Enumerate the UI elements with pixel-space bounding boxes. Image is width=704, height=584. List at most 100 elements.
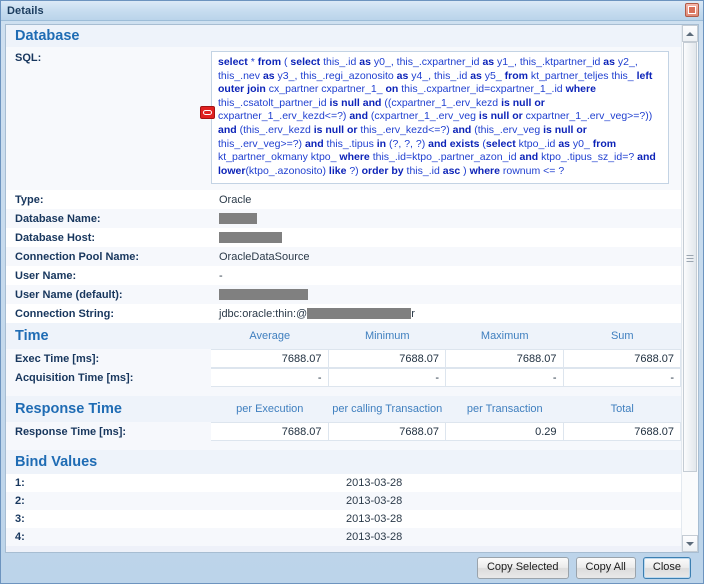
database-properties-list: Type: Oracle Database Name: Database Host: C…: [6, 190, 681, 324]
property-label: User Name (default):: [15, 288, 123, 301]
time-spacer: [6, 387, 681, 397]
property-value: Oracle: [211, 190, 681, 209]
column-header: per calling Transaction: [332, 403, 443, 416]
scrollbar-grip-icon: [686, 255, 694, 262]
time-section: Time Average Minimum Maximum Sum Exec Time [m…: [6, 323, 681, 397]
bind-value-row: 3: 2013-03-28: [6, 510, 681, 529]
column-header: per Transaction: [466, 403, 543, 416]
table-cell: -: [211, 368, 329, 388]
bind-value-row: 4: 2013-03-28: [6, 528, 681, 547]
bind-value-text: 2013-03-28: [346, 495, 403, 508]
window-titlebar: Details: [1, 1, 703, 21]
bind-value-row: 2: 2013-03-28: [6, 492, 681, 511]
scroll-up-arrow-icon: [686, 31, 694, 36]
section-heading-bind-values: Bind Values: [6, 450, 681, 475]
bind-index-label: 4:: [15, 531, 25, 544]
database-property-row: Database Host:: [6, 228, 681, 248]
close-button[interactable]: Close: [642, 557, 691, 579]
column-header: Total: [610, 403, 634, 416]
bind-value-text: 2013-03-28: [346, 477, 403, 490]
section-heading-response-time: Response Time: [15, 401, 122, 418]
property-value: [211, 285, 681, 304]
section-heading-database: Database: [6, 25, 681, 47]
sql-row: SQL: select * from ( select this_.id as …: [6, 47, 681, 191]
error-stop-icon: [200, 106, 215, 119]
bind-index-label: 3:: [15, 513, 25, 526]
table-cell: -: [563, 368, 681, 388]
row-label: Response Time [ms]:: [15, 425, 127, 438]
property-label: Database Name:: [15, 212, 101, 225]
table-cell: 7688.07: [563, 422, 681, 442]
bind-values-list: 1: 2013-03-28 2: 2013-03-28 3: 2013-03-28 4: 20…: [6, 474, 681, 547]
database-property-row: Connection String: jdbc:oracle:thin:@ r: [6, 304, 681, 324]
table-cell: 7688.07: [328, 422, 446, 442]
close-icon: [688, 6, 696, 14]
scroll-down-arrow-icon: [686, 541, 694, 546]
table-row: Acquisition Time [ms]: - - - -: [6, 368, 681, 388]
database-property-row: User Name (default):: [6, 285, 681, 305]
table-cell: 7688.07: [211, 349, 329, 369]
bind-value-text: 2013-03-28: [346, 513, 403, 526]
scrollbar-thumb[interactable]: [683, 42, 697, 472]
property-label: Connection Pool Name:: [15, 250, 140, 263]
property-label: Connection String:: [15, 307, 114, 320]
property-value-text: jdbc:oracle:thin:@: [219, 307, 308, 320]
column-header: Minimum: [364, 330, 410, 343]
property-label: Database Host:: [15, 231, 96, 244]
window-title: Details: [7, 4, 44, 17]
property-value: [211, 209, 681, 228]
table-cell: 7688.07: [328, 349, 446, 369]
property-value-text: Oracle: [219, 193, 252, 206]
vertical-scrollbar[interactable]: [681, 25, 698, 552]
table-row: Exec Time [ms]: 7688.07 7688.07 7688.07 7688…: [6, 349, 681, 369]
column-header: Maximum: [480, 330, 529, 343]
response-time-spacer: [6, 441, 681, 451]
property-value: -: [211, 266, 681, 285]
property-value-text: OracleDataSource: [219, 250, 310, 263]
details-scroll-area: Database SQL: select * from ( select thi…: [6, 25, 681, 552]
scroll-up-button[interactable]: [682, 25, 698, 42]
scrollbar-track[interactable]: [682, 42, 698, 535]
sql-statement-text: select * from ( select this_.id as y0_, …: [218, 56, 656, 177]
scroll-down-button[interactable]: [682, 535, 698, 552]
row-label: Acquisition Time [ms]:: [15, 371, 134, 384]
time-header: Time Average Minimum Maximum Sum: [6, 323, 681, 350]
property-value-suffix: r: [411, 307, 415, 320]
redacted-value: [219, 289, 308, 301]
response-time-header: Response Time per Execution per calling Tr…: [6, 396, 681, 423]
details-content-panel: Database SQL: select * from ( select thi…: [5, 24, 699, 553]
window-client-area: Database SQL: select * from ( select thi…: [1, 21, 703, 583]
table-row: Response Time [ms]: 7688.07 7688.07 0.29 768…: [6, 422, 681, 442]
property-value: [211, 228, 681, 247]
column-header: Sum: [610, 330, 634, 343]
database-property-row: Database Name:: [6, 209, 681, 229]
window-close-button[interactable]: [685, 3, 699, 17]
bind-values-filler: [6, 546, 681, 552]
bind-index-label: 2:: [15, 495, 25, 508]
property-label: Type:: [15, 193, 44, 206]
dialog-footer: Copy Selected Copy All Close: [5, 553, 699, 583]
table-cell: 7688.07: [563, 349, 681, 369]
property-label: User Name:: [15, 269, 77, 282]
bind-value-text: 2013-03-28: [346, 531, 403, 544]
sql-textbox[interactable]: select * from ( select this_.id as y0_, …: [200, 51, 669, 185]
column-header: Average: [249, 330, 291, 343]
details-window: Details Database SQL: select * from ( se…: [0, 0, 704, 584]
bind-index-label: 1:: [15, 477, 25, 490]
database-property-row: User Name: -: [6, 266, 681, 286]
column-header: per Execution: [236, 403, 304, 416]
redacted-value: [219, 232, 282, 244]
bind-value-row: 1: 2013-03-28: [6, 474, 681, 493]
table-cell: 7688.07: [211, 422, 329, 442]
redacted-value: [219, 213, 257, 225]
table-cell: 7688.07: [446, 349, 564, 369]
database-property-row: Connection Pool Name: OracleDataSource: [6, 247, 681, 267]
copy-all-button[interactable]: Copy All: [575, 557, 636, 579]
response-time-section: Response Time per Execution per calling Tr…: [6, 396, 681, 451]
database-property-row: Type: Oracle: [6, 190, 681, 210]
property-value-text: -: [219, 269, 223, 282]
table-cell: -: [446, 368, 564, 388]
property-value: OracleDataSource: [211, 247, 681, 266]
copy-selected-button[interactable]: Copy Selected: [476, 557, 569, 579]
row-label: Exec Time [ms]:: [15, 352, 100, 365]
